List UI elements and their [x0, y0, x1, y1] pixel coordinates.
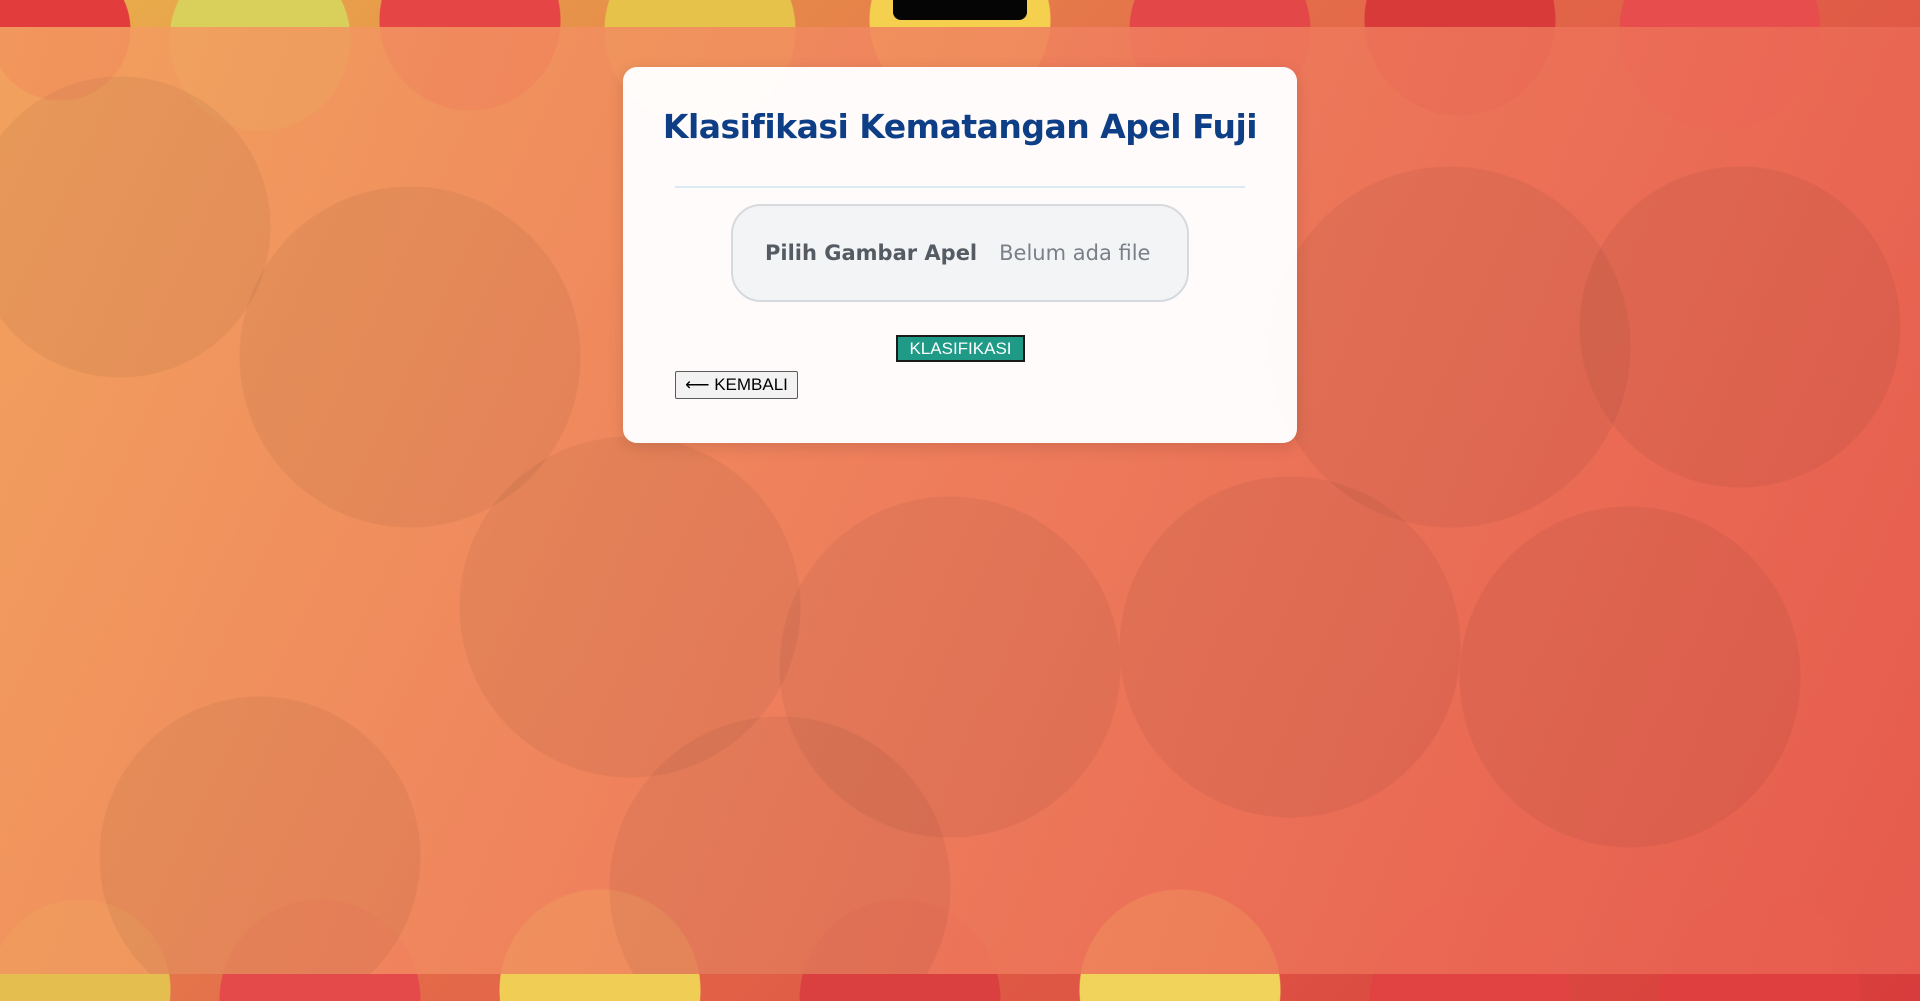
classification-card: Klasifikasi Kematangan Apel Fuji Pilih G… — [623, 67, 1297, 443]
screen-notch — [893, 0, 1027, 20]
page-title: Klasifikasi Kematangan Apel Fuji — [662, 107, 1258, 146]
file-picker-label: Pilih Gambar Apel — [765, 241, 978, 265]
file-status: Belum ada file — [999, 241, 1151, 265]
image-file-picker[interactable]: Pilih Gambar Apel Belum ada file — [731, 204, 1189, 302]
page-body: { "app": { "title": "Klasifikasi Kematan… — [0, 0, 1920, 1001]
title-divider — [675, 186, 1245, 188]
classify-button[interactable]: KLASIFIKASI — [896, 335, 1025, 362]
back-button[interactable]: ⟵ KEMBALI — [675, 371, 798, 399]
